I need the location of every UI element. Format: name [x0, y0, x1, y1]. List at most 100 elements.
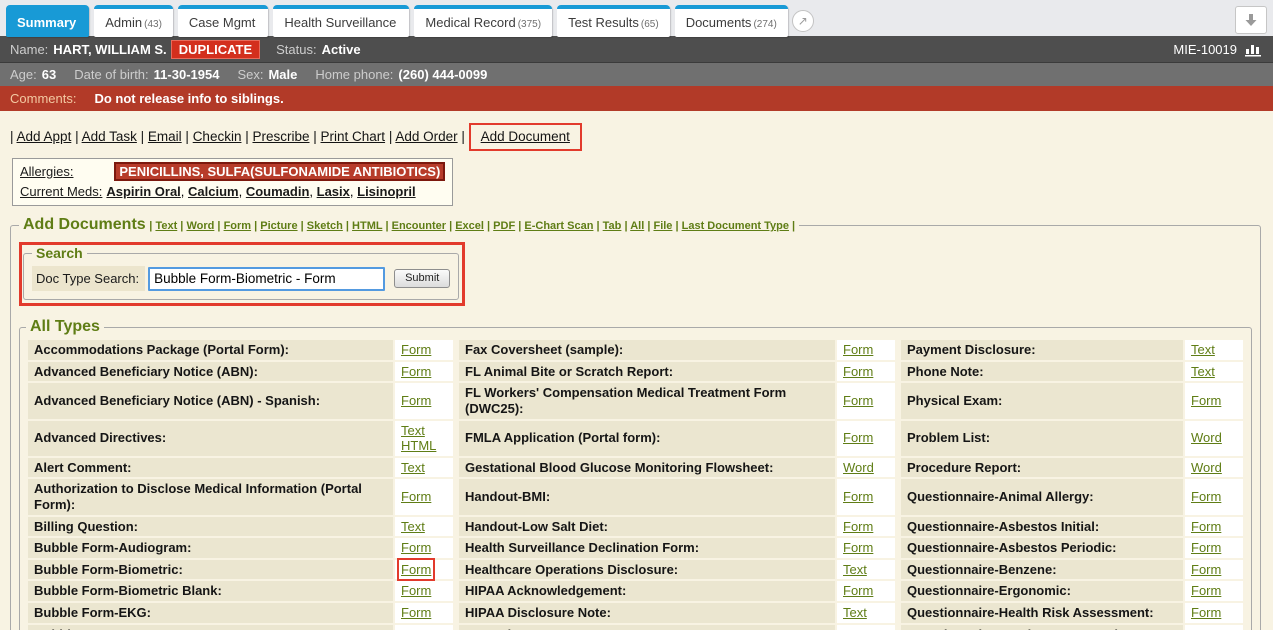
doc-type-label: Healthcare Operations Disclosure:	[455, 560, 835, 580]
tab[interactable]: Documents(274)	[675, 5, 788, 37]
med-link[interactable]: Aspirin Oral	[106, 184, 180, 199]
doc-type-search-input[interactable]	[148, 267, 385, 291]
action-link[interactable]: Add Document	[469, 123, 582, 151]
allergies-link[interactable]: Allergies:	[20, 162, 102, 182]
doc-type-link-form[interactable]: Form	[401, 393, 431, 408]
doc-type-link-text[interactable]: Text	[1191, 364, 1215, 379]
doc-type-link-form[interactable]: Form	[1191, 489, 1221, 504]
doc-type-row: Bubble Form-Biometric Blank:FormHIPAA Ac…	[28, 581, 1243, 601]
doc-type-link-form[interactable]: Form	[401, 540, 431, 555]
tab[interactable]: Health Surveillance	[273, 5, 409, 37]
doc-type-link-form[interactable]: Form	[401, 627, 431, 630]
doc-format-link[interactable]: Tab	[603, 220, 622, 232]
doc-type-link-word[interactable]: Word	[843, 460, 874, 475]
doc-type-label: Questionnaire-Asbestos Initial:	[897, 517, 1183, 537]
doc-format-link[interactable]: Excel	[455, 220, 484, 232]
popout-icon[interactable]: ↗	[792, 10, 814, 32]
comments-bar: Comments: Do not release info to sibling…	[0, 86, 1273, 111]
doc-type-link-scan[interactable]: Scan	[843, 627, 873, 630]
doc-type-link-form[interactable]: Form	[843, 540, 873, 555]
doc-type-link-form[interactable]: Form	[401, 342, 431, 357]
doc-format-link[interactable]: HTML	[352, 220, 382, 232]
doc-type-link-text[interactable]: Text	[843, 562, 867, 577]
med-link[interactable]: Lasix	[317, 184, 350, 199]
doc-type-link-form[interactable]: Form	[1191, 583, 1221, 598]
doc-type-link-form[interactable]: Form	[1191, 519, 1221, 534]
doc-type-link-form[interactable]: Form	[843, 489, 873, 504]
doc-type-link-form[interactable]: Form	[401, 583, 431, 598]
doc-type-link-text[interactable]: Text	[401, 519, 425, 534]
duplicate-badge[interactable]: DUPLICATE	[171, 40, 260, 59]
doc-type-label: Advanced Directives:	[28, 421, 393, 456]
doc-type-link-cell: Form	[1185, 538, 1243, 558]
search-highlight-box: Search Doc Type Search: Submit	[19, 242, 465, 306]
bar-chart-icon[interactable]	[1245, 42, 1263, 57]
tab[interactable]: Case Mgmt	[178, 5, 268, 37]
doc-type-link-form[interactable]: Form	[843, 519, 873, 534]
doc-format-link[interactable]: E-Chart Scan	[524, 220, 593, 232]
action-link[interactable]: Print Chart	[321, 129, 386, 144]
tab[interactable]: Admin(43)	[94, 5, 173, 37]
doc-type-link-form[interactable]: Form	[843, 430, 873, 445]
patient-phone: (260) 444-0099	[398, 67, 487, 82]
doc-type-link-cell: Form	[395, 603, 453, 623]
doc-type-link-form[interactable]: Form	[843, 364, 873, 379]
doc-type-link-form[interactable]: Form	[401, 489, 431, 504]
action-link[interactable]: Checkin	[193, 129, 242, 144]
allergy-value[interactable]: PENICILLINS, SULFA(SULFONAMIDE ANTIBIOTI…	[114, 162, 445, 181]
med-link[interactable]: Calcium	[188, 184, 239, 199]
doc-type-link-form[interactable]: Form	[1191, 393, 1221, 408]
doc-format-link[interactable]: All	[630, 220, 644, 232]
doc-type-link-cell: Form	[395, 479, 453, 514]
doc-type-link-text[interactable]: Text	[401, 423, 425, 438]
doc-type-link-word[interactable]: Word	[1191, 430, 1222, 445]
doc-type-link-word[interactable]: Word	[1191, 460, 1222, 475]
doc-format-link[interactable]: Encounter	[392, 220, 446, 232]
tab[interactable]: Medical Record(375)	[414, 5, 552, 37]
action-link[interactable]: Add Order	[395, 129, 457, 144]
doc-type-link-form[interactable]: Form	[1191, 540, 1221, 555]
action-link[interactable]: Add Task	[82, 129, 137, 144]
doc-format-link[interactable]: Form	[224, 220, 252, 232]
doc-type-link-form[interactable]: Form	[1191, 562, 1221, 577]
current-meds-link[interactable]: Current Meds:	[20, 182, 102, 202]
collapse-header-button[interactable]	[1235, 6, 1267, 34]
status-label: Status:	[276, 42, 316, 57]
all-types-section: All Types Accommodations Package (Portal…	[19, 318, 1252, 630]
action-link[interactable]: Email	[148, 129, 182, 144]
doc-type-link-cell: Form	[1185, 625, 1243, 630]
doc-type-row: Advanced Beneficiary Notice (ABN) - Span…	[28, 383, 1243, 418]
doc-format-link[interactable]: Word	[186, 220, 214, 232]
doc-type-link-form[interactable]: Form	[843, 393, 873, 408]
doc-type-link-form[interactable]: Form	[843, 342, 873, 357]
doc-format-link[interactable]: Last Document Type	[682, 220, 789, 232]
doc-type-link-cell: Form	[837, 340, 895, 360]
doc-type-link-form[interactable]: Form	[401, 605, 431, 620]
doc-type-link-cell: Text	[837, 603, 895, 623]
tab[interactable]: Test Results(65)	[557, 5, 670, 37]
doc-format-link[interactable]: PDF	[493, 220, 515, 232]
doc-format-link[interactable]: File	[653, 220, 672, 232]
doc-type-link-html[interactable]: HTML	[401, 438, 436, 453]
doc-type-link-cell: Text	[395, 458, 453, 478]
tab-count: (274)	[753, 19, 776, 30]
doc-format-link[interactable]: Picture	[260, 220, 297, 232]
tab[interactable]: Summary	[6, 5, 89, 37]
doc-type-link-cell: TextHTML	[395, 421, 453, 456]
med-link[interactable]: Coumadin	[246, 184, 310, 199]
doc-format-link[interactable]: Sketch	[307, 220, 343, 232]
med-link[interactable]: Lisinopril	[357, 184, 416, 199]
doc-type-link-form[interactable]: Form	[401, 562, 431, 577]
doc-type-link-text[interactable]: Text	[401, 460, 425, 475]
doc-type-label: Health Surveillance Declination Form:	[455, 538, 835, 558]
doc-format-link[interactable]: Text	[155, 220, 177, 232]
submit-button[interactable]: Submit	[394, 269, 450, 288]
doc-type-link-form[interactable]: Form	[1191, 605, 1221, 620]
doc-type-link-text[interactable]: Text	[843, 605, 867, 620]
doc-type-link-form[interactable]: Form	[401, 364, 431, 379]
doc-type-link-text[interactable]: Text	[1191, 342, 1215, 357]
action-link[interactable]: Prescribe	[252, 129, 309, 144]
doc-type-link-form[interactable]: Form	[843, 583, 873, 598]
action-link[interactable]: Add Appt	[17, 129, 72, 144]
doc-type-link-form[interactable]: Form	[1191, 627, 1221, 630]
